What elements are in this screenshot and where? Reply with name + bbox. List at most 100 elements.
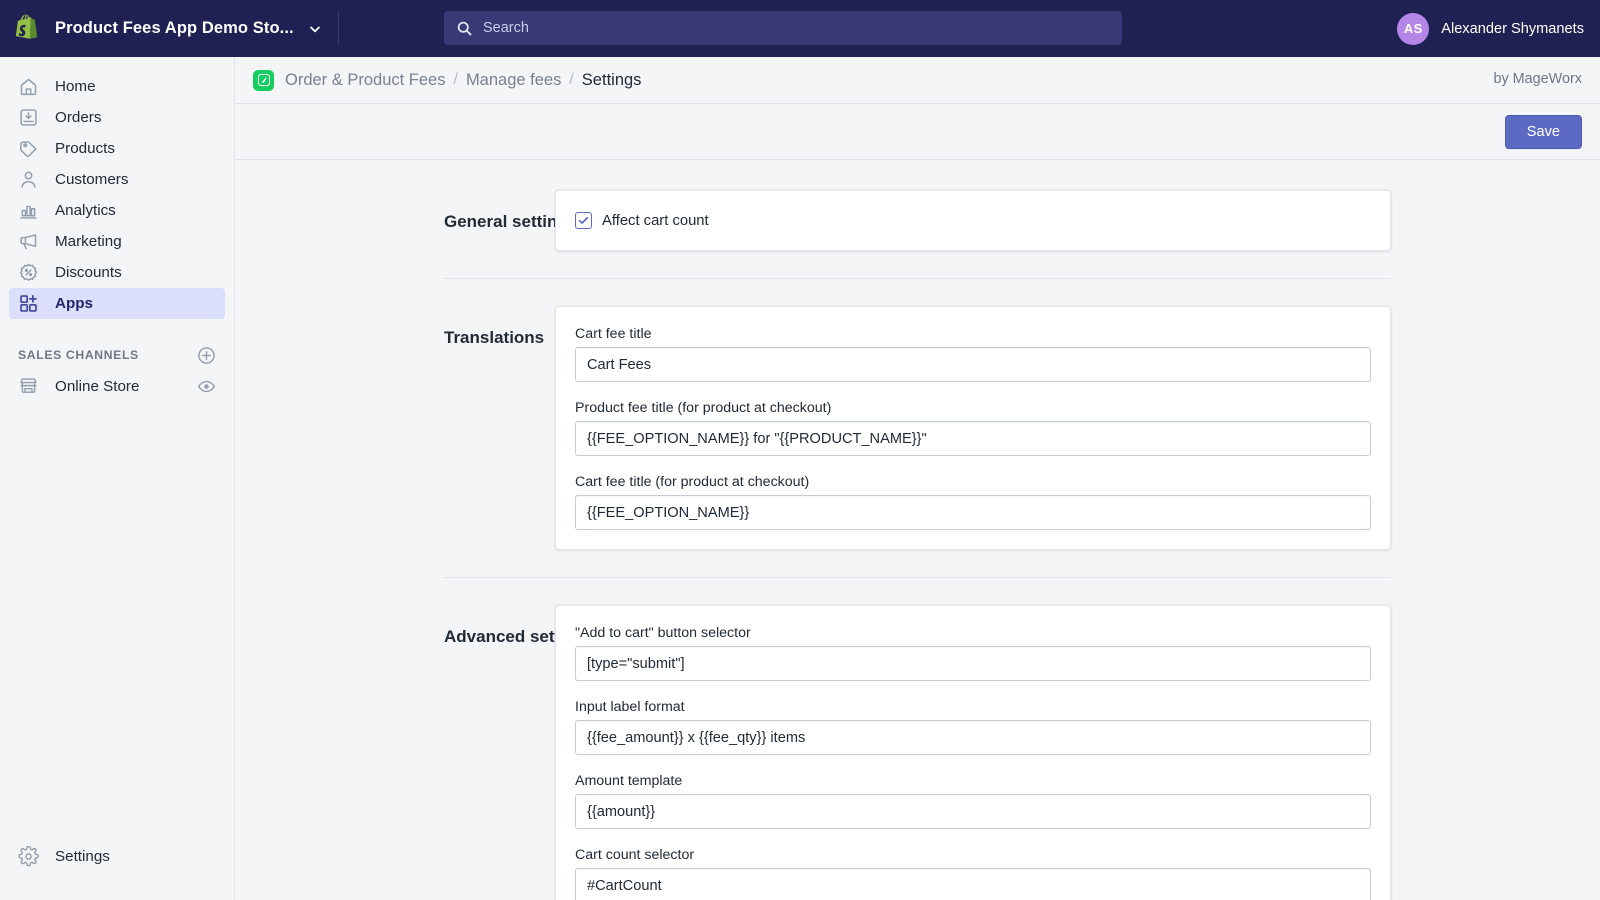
cart-fee-title-checkout-input[interactable] [575,495,1371,530]
field-cart-fee-title-checkout: Cart fee title (for product at checkout) [575,474,1371,530]
field-label: Cart fee title [575,326,652,342]
shopify-logo-icon [14,13,42,44]
sidebar-item-settings[interactable]: Settings [9,841,119,872]
store-selector[interactable]: Product Fees App Demo Sto... [0,0,339,57]
section-label: General settings [235,190,578,251]
field-input-label-format: Input label format [575,699,1371,755]
settings-form: General settings Affect cart count Trans… [235,160,1600,900]
search-icon [456,20,473,37]
apps-grid-plus-icon [18,293,39,314]
top-bar: Product Fees App Demo Sto... Search AS A… [0,0,1600,57]
section-translations: Translations Cart fee title Product fee … [235,306,1600,550]
sales-channels-title: SALES CHANNELS [18,348,139,362]
sidebar: Home Orders Products Customers Analytics… [0,57,235,900]
section-title: Advanced settings [444,627,596,646]
avatar: AS [1397,12,1430,45]
breadcrumb-item-manage-fees[interactable]: Manage fees [466,71,561,90]
plus-circle-icon[interactable] [197,346,216,365]
customer-person-icon [18,169,39,190]
section-divider [444,577,1391,578]
gear-icon [18,846,39,867]
breadcrumb-item-settings: Settings [581,70,642,89]
chevron-down-icon[interactable] [307,21,323,37]
action-bar: Save [235,104,1600,160]
sidebar-item-apps[interactable]: Apps [9,288,225,319]
section-body: "Add to cart" button selector Input labe… [555,605,1600,900]
input-label-format-input[interactable] [575,720,1371,755]
orders-inbox-icon [18,107,39,128]
general-settings-card: Affect cart count [555,190,1391,251]
breadcrumb-separator: / [569,71,574,88]
sidebar-item-discounts[interactable]: Discounts [9,257,225,288]
sidebar-item-home[interactable]: Home [9,71,225,102]
amount-template-input[interactable] [575,794,1371,829]
section-general-settings: General settings Affect cart count [235,190,1600,251]
app-green-icon [253,69,274,91]
home-icon [18,76,39,97]
field-label: Cart fee title (for product at checkout) [575,474,810,490]
sidebar-item-orders[interactable]: Orders [9,102,225,133]
cart-fee-title-input[interactable] [575,347,1371,382]
sidebar-item-label: Orders [55,109,102,126]
sidebar-item-label: Analytics [55,202,116,219]
sidebar-item-label: Customers [55,171,129,188]
sidebar-nav: Home Orders Products Customers Analytics… [0,57,234,319]
sidebar-item-analytics[interactable]: Analytics [9,195,225,226]
breadcrumb-separator: / [453,71,458,88]
sidebar-item-label: Discounts [55,264,122,281]
app-author: by MageWorx [1493,71,1582,87]
section-title: Translations [444,328,545,347]
search-placeholder: Search [483,20,529,36]
translations-card: Cart fee title Product fee title (for pr… [555,306,1391,550]
sidebar-item-products[interactable]: Products [9,133,225,164]
cart-count-selector-input[interactable] [575,868,1371,900]
affect-cart-count-row[interactable]: Affect cart count [575,212,1371,229]
sales-channels-header: SALES CHANNELS [18,341,216,369]
field-label: Product fee title (for product at checko… [575,400,832,416]
sidebar-item-label: Settings [55,848,110,865]
breadcrumb: Order & Product Fees / Manage fees / Set… [235,57,1600,104]
sidebar-item-marketing[interactable]: Marketing [9,226,225,257]
breadcrumb-list: Order & Product Fees / Manage fees / Set… [285,71,641,90]
discount-percent-icon [18,262,39,283]
affect-cart-count-checkbox[interactable] [575,212,592,229]
field-label: Amount template [575,773,683,789]
field-add-to-cart-selector: "Add to cart" button selector [575,625,1371,681]
add-to-cart-selector-input[interactable] [575,646,1371,681]
sidebar-item-online-store[interactable]: Online Store [9,371,225,402]
field-cart-fee-title: Cart fee title [575,326,1371,382]
save-button[interactable]: Save [1504,114,1582,149]
sidebar-item-label: Marketing [55,233,122,250]
field-cart-count-selector: Cart count selector [575,847,1371,900]
field-amount-template: Amount template [575,773,1371,829]
section-body: Cart fee title Product fee title (for pr… [555,306,1600,550]
section-divider [444,278,1391,279]
affect-cart-count-label: Affect cart count [602,212,709,229]
store-name: Product Fees App Demo Sto... [55,19,294,37]
field-label: Input label format [575,699,685,715]
sidebar-item-label: Apps [55,295,93,312]
marketing-megaphone-icon [18,231,39,252]
breadcrumb-item-app[interactable]: Order & Product Fees [285,71,445,90]
sidebar-item-label: Home [55,78,96,95]
product-fee-title-checkout-input[interactable] [575,421,1371,456]
section-label: Advanced settings [235,605,596,900]
field-label: "Add to cart" button selector [575,625,751,641]
sidebar-item-label: Online Store [55,378,140,395]
section-body: Affect cart count [555,190,1600,251]
sidebar-item-label: Products [55,140,115,157]
analytics-bar-chart-icon [18,200,39,221]
user-name: Alexander Shymanets [1441,20,1584,37]
sidebar-item-customers[interactable]: Customers [9,164,225,195]
field-label: Cart count selector [575,847,695,863]
eye-view-icon[interactable] [197,377,216,396]
main-content: Order & Product Fees / Manage fees / Set… [235,57,1600,900]
product-tag-icon [18,138,39,159]
section-label: Translations [235,306,555,550]
field-product-fee-title-checkout: Product fee title (for product at checko… [575,400,1371,456]
section-advanced-settings: Advanced settings "Add to cart" button s… [235,605,1600,900]
user-menu[interactable]: AS Alexander Shymanets [1397,0,1584,57]
search-input[interactable]: Search [444,11,1122,45]
advanced-settings-card: "Add to cart" button selector Input labe… [555,605,1391,900]
section-title: General settings [444,212,578,231]
